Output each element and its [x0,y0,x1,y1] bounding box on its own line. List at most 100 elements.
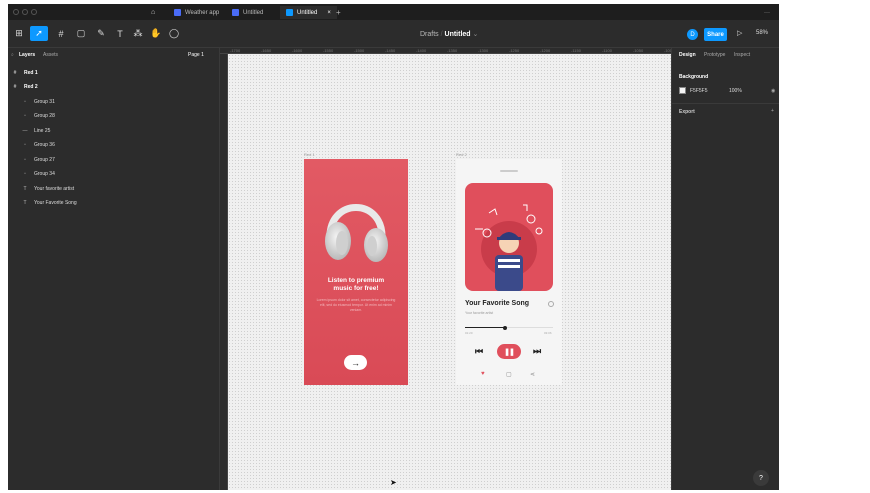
pen-tool-icon[interactable]: ✎ [94,26,108,41]
vertical-ruler [220,54,228,490]
window-minimize-dot[interactable] [22,9,28,15]
comment-tool-icon[interactable]: ◯ [168,26,180,41]
add-export-plus-icon[interactable]: + [771,108,774,114]
layer-item[interactable]: ▫ Group 27 [8,153,220,166]
background-color-swatch[interactable] [679,87,686,94]
next-arrow-button[interactable]: → [344,355,367,370]
ruler-tick: -1100 [602,48,612,53]
ruler-tick: -1500 [354,48,365,53]
previous-icon[interactable]: ⏮ [475,346,483,357]
divider [672,103,779,104]
layer-item[interactable]: — Line 25 [8,124,220,137]
pause-button[interactable]: ❚❚ [497,344,521,359]
eye-icon[interactable]: ◉ [771,88,775,94]
line-layer-icon: — [22,127,28,134]
breadcrumb[interactable]: Drafts / Untitled ⌄ [420,30,478,38]
move-tool-icon[interactable]: ➚ [30,26,48,41]
progress-knob[interactable] [502,325,507,330]
title-line-1: Listen to premium [327,277,385,284]
time-total: 03:06 [544,331,552,335]
tab-weather-app[interactable]: Weather app [168,6,225,19]
background-hex-input[interactable]: F5F5F5 [690,88,708,94]
hand-tool-icon[interactable]: ✋ [150,26,162,41]
frame-layer-icon: # [13,84,17,90]
song-title: Your Favorite Song [465,300,530,307]
zoom-level[interactable]: 58% [756,30,768,36]
file-icon [286,9,293,16]
layer-item[interactable]: ▫ Group 28 [8,110,220,123]
layer-item[interactable]: # Red 2 [8,81,220,94]
file-name[interactable]: Untitled [445,31,471,38]
present-play-icon[interactable]: ▷ [737,29,742,37]
page-selector[interactable]: Page 1 [188,52,204,58]
chat-icon[interactable]: ▢ [506,371,512,378]
figma-window: ⌂ Weather app Untitled Untitled × + ··· … [8,4,779,490]
tab-label: Weather app [185,9,220,16]
tab-design[interactable]: Design [679,52,696,58]
tab-layers[interactable]: Layers [19,52,35,58]
layer-label: Red 1 [24,69,38,76]
shape-tool-icon[interactable]: ▢ [74,26,88,41]
group-layer-icon: ▫ [24,113,26,119]
background-opacity-input[interactable]: 100% [729,88,742,94]
frame-tool-icon[interactable]: # [54,26,68,41]
ruler-tick: -1600 [292,48,303,53]
ruler-tick: -1650 [261,48,272,53]
text-layer-icon: T [23,185,27,192]
search-icon[interactable]: ⌕ [11,52,14,58]
ruler-tick: -1450 [385,48,396,53]
properties-panel: Design Prototype Inspect Background F5F5… [671,48,779,490]
main-menu-icon[interactable]: ⊞ [13,26,25,41]
tab-label: Untitled [243,9,264,16]
layer-label: Group 31 [34,98,55,105]
chevron-down-icon[interactable]: ⌄ [473,31,479,38]
breadcrumb-drafts[interactable]: Drafts [420,31,439,38]
tab-untitled-active[interactable]: Untitled × [280,6,337,19]
group-layer-icon: ▫ [24,156,26,163]
help-button[interactable]: ? [753,470,769,486]
more-icon[interactable]: ··· [758,6,776,19]
tab-assets[interactable]: Assets [43,52,58,58]
home-icon[interactable]: ⌂ [145,6,161,19]
group-layer-icon: ▫ [24,171,26,177]
tab-label: Untitled [297,9,318,16]
heart-icon[interactable]: ♥ [481,371,485,377]
share-button[interactable]: Share [704,28,727,41]
export-heading: Export [679,109,695,115]
resources-tool-icon[interactable]: ⁂ [132,26,144,41]
ruler-tick: -1550 [323,48,334,53]
progress-bar[interactable] [465,325,553,330]
avatar[interactable]: D [687,29,698,40]
layer-item[interactable]: T Your Favorite Song [8,197,220,210]
pause-icon: ❚❚ [504,348,515,356]
time-elapsed: 01:20 [465,331,473,335]
frame-red-2[interactable]: Your Favorite Song Your favorite artist … [456,159,562,385]
info-icon[interactable] [548,301,554,307]
layer-item[interactable]: # Red 1 [8,66,220,79]
tab-untitled-1[interactable]: Untitled [226,6,269,19]
window-zoom-dot[interactable] [31,9,37,15]
layer-label: Your favorite artist [34,185,75,192]
tab-prototype[interactable]: Prototype [704,52,725,58]
layer-item[interactable]: ▫ Group 34 [8,168,220,181]
frame-label-red-2[interactable]: Red 2 [456,152,467,157]
tab-inspect[interactable]: Inspect [734,52,750,58]
layer-item[interactable]: ▫ Group 36 [8,139,220,152]
headphones-image [325,204,388,262]
drag-handle [500,170,518,172]
canvas[interactable] [228,54,671,490]
ruler-tick: -1050 [633,48,644,53]
onboarding-title: Listen to premium music for free! [304,277,408,293]
artist-illustration [475,204,543,291]
layer-item[interactable]: ▫ Group 31 [8,95,220,108]
new-tab-plus-icon[interactable]: + [330,6,347,19]
text-tool-icon[interactable]: T [114,26,126,41]
song-artist: Your favorite artist [465,311,494,315]
next-icon[interactable]: ⏭ [533,346,541,357]
window-close-dot[interactable] [13,9,19,15]
frame-red-1[interactable]: Listen to premium music for free! Lorem … [304,159,408,385]
frame-label-red-1[interactable]: Red 1 [304,152,315,157]
layer-item[interactable]: T Your favorite artist [8,182,220,195]
share-icon[interactable]: ⋖ [530,371,535,378]
frame-layer-icon: # [13,69,17,76]
